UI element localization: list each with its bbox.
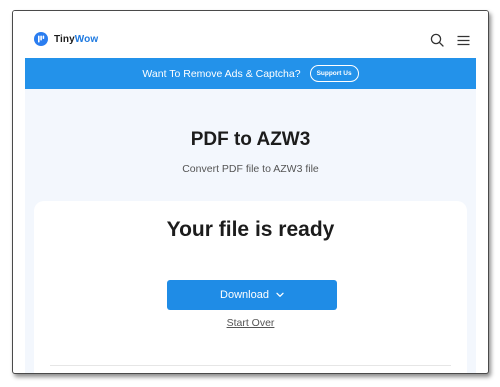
banner-text: Want To Remove Ads & Captcha? [142, 67, 301, 80]
tinywow-logo[interactable]: TinyWow [34, 32, 98, 46]
search-button[interactable] [429, 32, 445, 48]
logo-text-suffix: Wow [74, 33, 99, 45]
page-title: PDF to AZW3 [190, 129, 311, 150]
site-header: TinyWow [13, 11, 488, 58]
download-label: Download [220, 289, 269, 301]
result-card: Your file is ready Download Start Over [34, 201, 467, 373]
menu-button[interactable] [455, 32, 471, 48]
logo-text: TinyWow [54, 34, 98, 45]
browser-window: TinyWow Want To Remove Ads & Captcha? Su… [12, 10, 489, 374]
logo-icon [34, 32, 48, 46]
main-content: PDF to AZW3 Convert PDF file to AZW3 fil… [25, 89, 476, 373]
status-heading: Your file is ready [166, 218, 335, 241]
search-icon [430, 33, 444, 47]
promo-banner: Want To Remove Ads & Captcha? Support Us [25, 58, 476, 89]
logo-text-prefix: Tiny [54, 33, 75, 45]
page-subtitle: Convert PDF file to AZW3 file [182, 163, 319, 175]
start-over-link[interactable]: Start Over [34, 317, 467, 329]
hamburger-menu-icon [457, 35, 469, 45]
download-button[interactable]: Download [167, 280, 337, 310]
divider [50, 365, 451, 366]
chevron-down-icon [276, 292, 284, 298]
support-us-button[interactable]: Support Us [309, 65, 359, 82]
